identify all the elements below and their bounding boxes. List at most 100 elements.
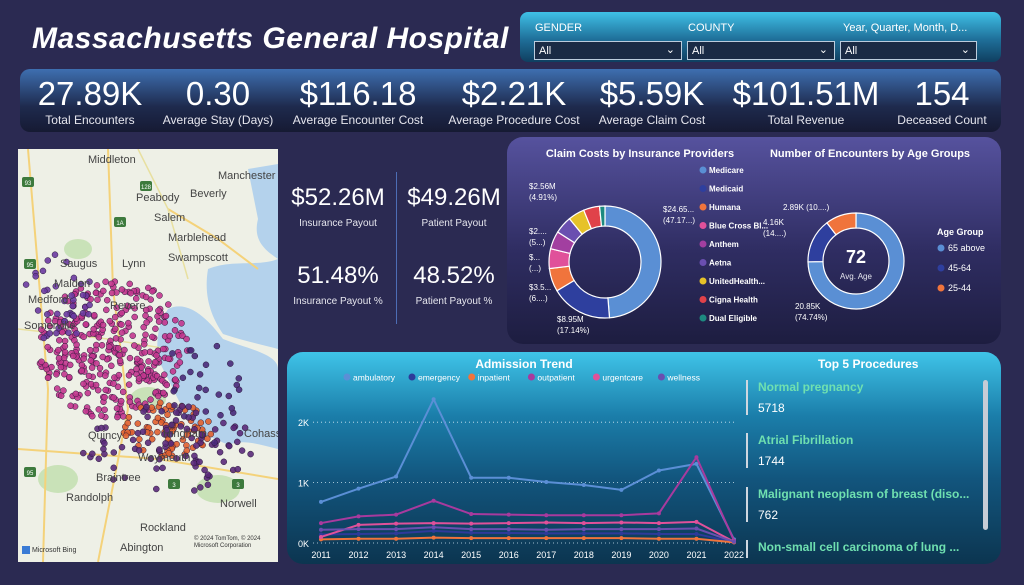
patient-location-dot[interactable] [143, 403, 150, 411]
patient-location-dot[interactable] [96, 364, 104, 372]
patient-location-dot[interactable] [196, 371, 204, 378]
patient-location-dot[interactable] [80, 449, 87, 457]
claim-legend-item[interactable]: UnitedHealth... [709, 277, 765, 286]
patient-location-dot[interactable] [80, 355, 87, 363]
line-legend-item[interactable]: emergency [418, 373, 461, 383]
data-point[interactable] [656, 521, 661, 526]
data-point[interactable] [431, 498, 436, 503]
patient-location-dot[interactable] [227, 360, 234, 367]
data-point[interactable] [694, 519, 699, 524]
patient-location-dot[interactable] [106, 343, 113, 351]
patient-location-dot[interactable] [56, 337, 63, 344]
patient-location-dot[interactable] [87, 357, 95, 364]
data-point[interactable] [581, 536, 586, 541]
data-point[interactable] [506, 521, 511, 526]
patient-location-dot[interactable] [168, 421, 175, 429]
data-point[interactable] [394, 531, 399, 536]
data-point[interactable] [469, 521, 474, 526]
patient-location-dot[interactable] [120, 413, 127, 420]
patient-location-dot[interactable] [70, 312, 77, 320]
data-point[interactable] [356, 514, 361, 519]
patient-location-dot[interactable] [133, 365, 140, 373]
patient-location-dot[interactable] [190, 459, 198, 467]
patient-location-dot[interactable] [158, 408, 165, 415]
patient-location-dot[interactable] [67, 402, 74, 410]
patient-location-dot[interactable] [53, 385, 61, 392]
patient-location-dot[interactable] [82, 408, 90, 415]
data-point[interactable] [619, 527, 624, 532]
data-point[interactable] [506, 527, 511, 532]
patient-location-dot[interactable] [235, 375, 243, 382]
data-point[interactable] [619, 536, 624, 541]
patient-location-dot[interactable] [183, 335, 190, 343]
patient-location-dot[interactable] [162, 440, 169, 447]
date-dropdown[interactable]: All ⌄ [840, 41, 977, 60]
data-point[interactable] [431, 397, 436, 402]
patient-location-dot[interactable] [63, 311, 70, 318]
patient-location-dot[interactable] [118, 286, 126, 293]
data-point[interactable] [506, 531, 511, 536]
patient-location-dot[interactable] [172, 409, 180, 416]
patient-location-dot[interactable] [89, 450, 96, 458]
data-point[interactable] [619, 531, 624, 536]
patient-location-dot[interactable] [85, 310, 92, 318]
patient-location-dot[interactable] [178, 320, 185, 327]
claim-legend-item[interactable]: Blue Cross Bl... [709, 222, 768, 231]
patient-location-dot[interactable] [54, 310, 61, 318]
patient-location-dot[interactable] [205, 418, 212, 425]
patient-location-dot[interactable] [100, 445, 107, 453]
patient-location-dot[interactable] [217, 411, 224, 419]
data-point[interactable] [581, 527, 586, 532]
data-point[interactable] [431, 521, 436, 526]
patient-location-dot[interactable] [98, 412, 105, 419]
patient-location-dot[interactable] [118, 321, 125, 328]
procedure-item[interactable]: Malignant neoplasm of breast (diso... 76… [746, 487, 990, 522]
patient-location-dot[interactable] [202, 361, 210, 369]
data-point[interactable] [394, 474, 399, 479]
patient-location-dot[interactable] [236, 429, 244, 437]
patient-map[interactable]: Middleton Manchester Peabody Beverly Salem Ma… [18, 149, 278, 562]
patient-location-dot[interactable] [124, 419, 132, 427]
patient-location-dot[interactable] [114, 413, 121, 421]
data-point[interactable] [544, 527, 549, 532]
data-point[interactable] [544, 520, 549, 525]
patient-location-dot[interactable] [161, 371, 168, 378]
patient-location-dot[interactable] [101, 406, 108, 414]
procedure-item[interactable]: Atrial Fibrillation 1744 [746, 433, 990, 468]
patient-location-dot[interactable] [155, 392, 162, 400]
patient-location-dot[interactable] [225, 392, 233, 400]
patient-location-dot[interactable] [141, 349, 149, 356]
data-point[interactable] [469, 512, 474, 517]
patient-location-dot[interactable] [95, 334, 103, 341]
patient-location-dot[interactable] [80, 380, 87, 388]
patient-location-dot[interactable] [170, 388, 177, 395]
patient-location-dot[interactable] [230, 424, 237, 432]
data-point[interactable] [619, 520, 624, 525]
patient-location-dot[interactable] [119, 388, 127, 396]
procedures-scrollbar[interactable] [983, 380, 988, 530]
patient-location-dot[interactable] [57, 363, 65, 371]
patient-location-dot[interactable] [94, 296, 101, 304]
patient-location-dot[interactable] [91, 311, 98, 319]
data-point[interactable] [319, 527, 323, 532]
patient-location-dot[interactable] [44, 257, 52, 264]
patient-location-dot[interactable] [92, 289, 100, 297]
county-dropdown[interactable]: All ⌄ [687, 41, 835, 60]
data-point[interactable] [319, 534, 323, 539]
patient-location-dot[interactable] [202, 408, 210, 415]
patient-location-dot[interactable] [247, 450, 254, 458]
data-point[interactable] [544, 479, 549, 484]
patient-location-dot[interactable] [69, 352, 77, 360]
data-point[interactable] [656, 536, 661, 541]
data-point[interactable] [506, 536, 511, 541]
patient-location-dot[interactable] [103, 306, 110, 314]
patient-location-dot[interactable] [151, 358, 159, 366]
patient-location-dot[interactable] [215, 391, 223, 398]
patient-location-dot[interactable] [154, 428, 161, 436]
patient-location-dot[interactable] [22, 281, 30, 288]
patient-location-dot[interactable] [110, 380, 117, 387]
patient-location-dot[interactable] [179, 403, 186, 410]
data-point[interactable] [319, 499, 323, 504]
patient-location-dot[interactable] [179, 374, 187, 382]
patient-location-dot[interactable] [73, 341, 80, 349]
